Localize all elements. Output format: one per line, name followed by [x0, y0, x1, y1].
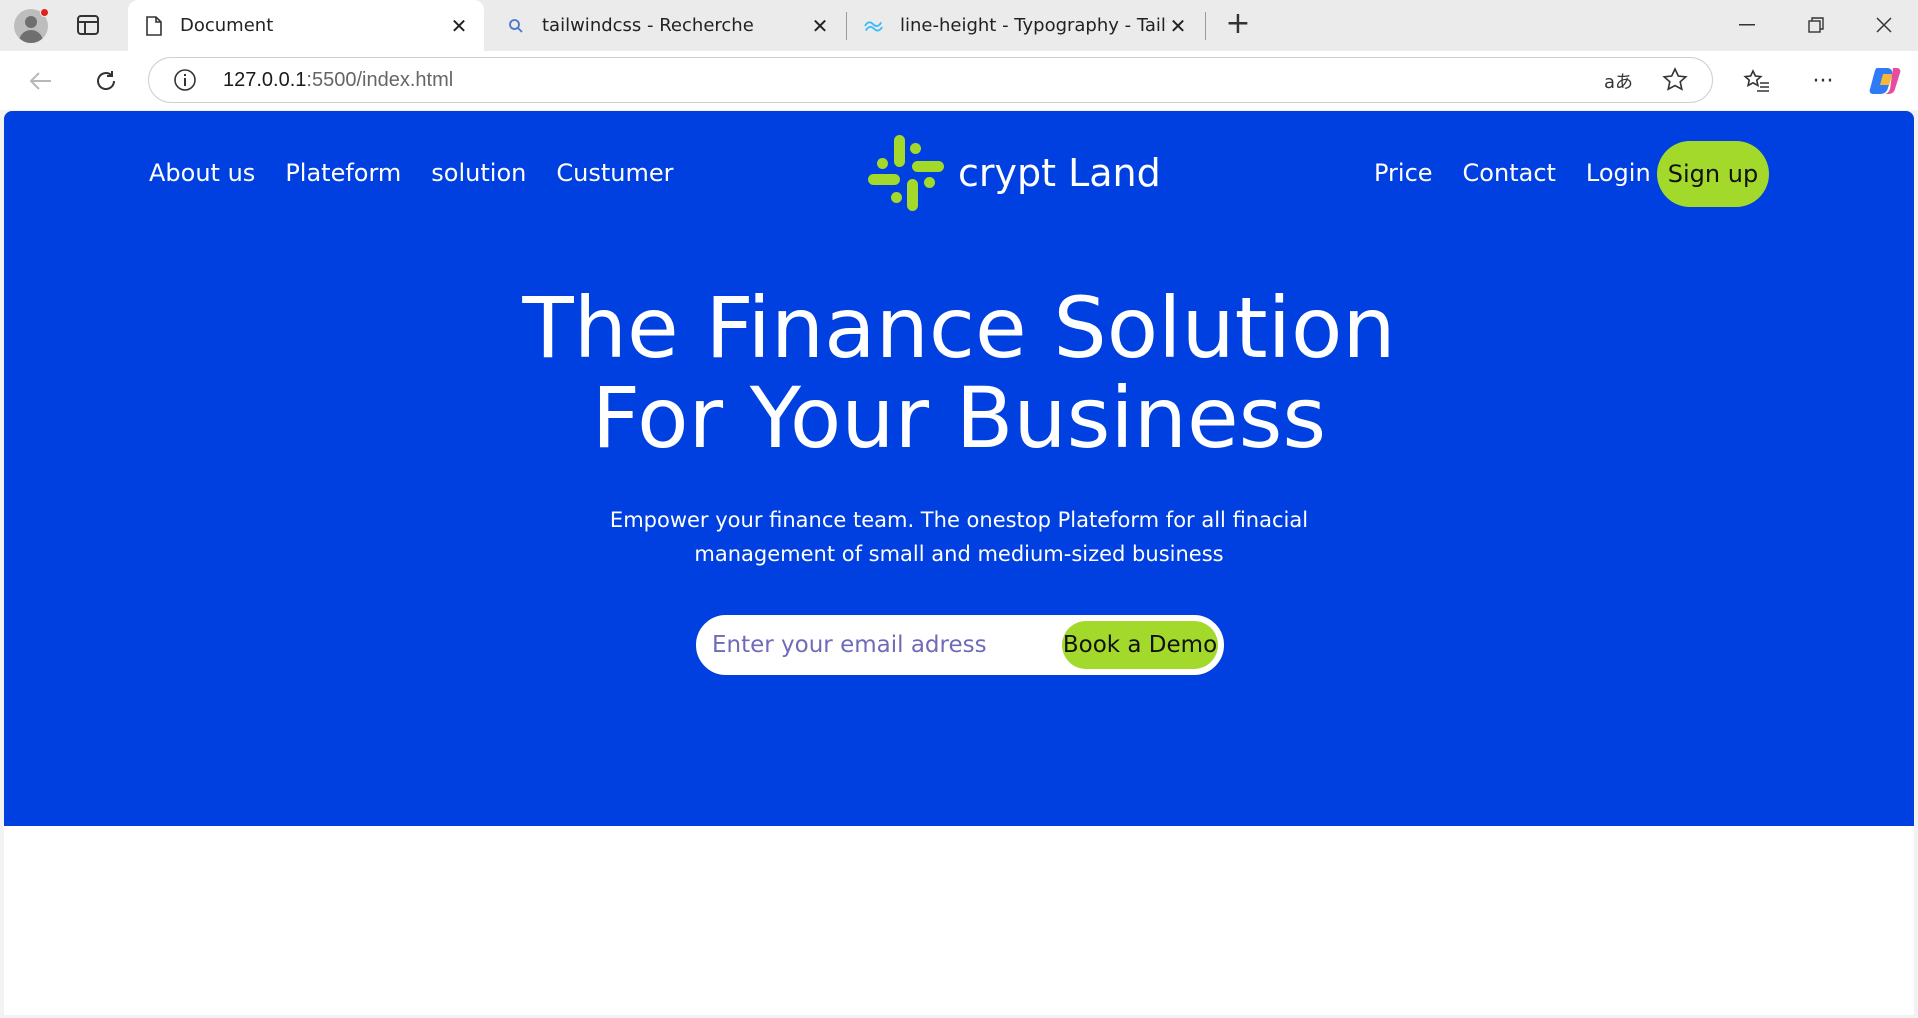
tab-actions-icon[interactable] [77, 15, 99, 35]
secondary-nav: Price Contact Login [1374, 159, 1651, 187]
more-icon[interactable]: ··· [1806, 64, 1840, 98]
headline-line-2: For Your Business [591, 369, 1327, 467]
demo-form: Book a Demo [696, 615, 1224, 675]
new-tab-button[interactable]: + [1223, 9, 1253, 40]
headline-line-1: The Finance Solution [522, 279, 1396, 377]
subtext-line-2: management of small and medium-sized bus… [694, 542, 1224, 566]
url-text: 127.0.0.1:5500/index.html [223, 69, 454, 91]
slack-like-logo-icon [868, 135, 944, 211]
hero-headline: The Finance Solution For Your Business [4, 283, 1914, 463]
tailwind-icon [864, 16, 884, 36]
page-icon [144, 15, 164, 36]
browser-toolbar: 127.0.0.1:5500/index.html aあ ··· [0, 51, 1918, 110]
nav-about-us[interactable]: About us [149, 159, 255, 187]
email-input[interactable] [712, 625, 1042, 665]
site-info-icon[interactable] [173, 68, 197, 96]
nav-login[interactable]: Login [1586, 159, 1651, 187]
address-bar[interactable]: 127.0.0.1:5500/index.html aあ [148, 57, 1713, 103]
page-viewport: About us Plateform solution Custumer cry… [4, 111, 1914, 1015]
nav-custumer[interactable]: Custumer [556, 159, 673, 187]
primary-nav: About us Plateform solution Custumer [149, 159, 673, 187]
nav-solution[interactable]: solution [431, 159, 526, 187]
tab-separator [1205, 12, 1206, 40]
notification-dot [40, 8, 49, 17]
restore-icon[interactable] [1796, 10, 1836, 40]
sign-up-button[interactable]: Sign up [1657, 141, 1769, 207]
close-window-icon[interactable] [1864, 10, 1904, 40]
nav-contact[interactable]: Contact [1463, 159, 1556, 187]
copilot-icon[interactable] [1868, 64, 1902, 98]
tab-strip: Document ✕ tailwindcss - Recherche ✕ lin… [0, 0, 1918, 51]
translate-icon[interactable]: aあ [1604, 68, 1633, 94]
nav-price[interactable]: Price [1374, 159, 1433, 187]
close-icon[interactable]: ✕ [1167, 14, 1189, 38]
favorites-icon[interactable] [1740, 64, 1774, 98]
brand-logo[interactable]: crypt Land [866, 133, 1161, 213]
back-icon[interactable] [24, 64, 58, 98]
favorite-star-icon[interactable] [1662, 67, 1688, 97]
close-icon[interactable]: ✕ [448, 14, 470, 38]
brand-name: crypt Land [958, 151, 1161, 195]
tab-separator [846, 12, 847, 40]
nav-plateform[interactable]: Plateform [285, 159, 401, 187]
book-demo-button[interactable]: Book a Demo [1062, 621, 1218, 669]
tab-title: tailwindcss - Recherche [542, 15, 754, 36]
tab-tailwind-search[interactable]: tailwindcss - Recherche ✕ [490, 0, 845, 51]
tab-document[interactable]: Document ✕ [128, 0, 484, 51]
refresh-icon[interactable] [89, 64, 123, 98]
close-icon[interactable]: ✕ [809, 14, 831, 38]
subtext-line-1: Empower your finance team. The onestop P… [609, 508, 1309, 532]
hero-section: About us Plateform solution Custumer cry… [4, 111, 1914, 826]
tab-title: line-height - Typography - Tailwin [900, 15, 1167, 36]
minimize-icon[interactable] [1727, 10, 1767, 40]
tab-tailwind-docs[interactable]: line-height - Typography - Tailwin ✕ [848, 0, 1203, 51]
search-icon [506, 16, 526, 36]
tab-title: Document [180, 15, 274, 36]
hero-subtext: Empower your finance team. The onestop P… [559, 503, 1359, 571]
